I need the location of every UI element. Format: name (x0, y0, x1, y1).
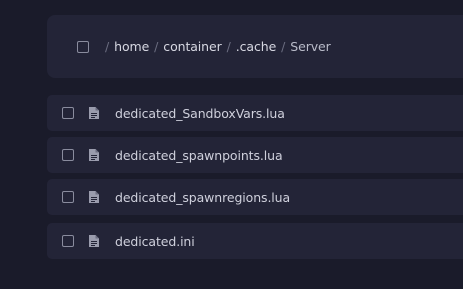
file-browser: / home / container / .cache / Server ded… (0, 0, 463, 289)
breadcrumb-item-container[interactable]: container (163, 39, 221, 54)
breadcrumb: / home / container / .cache / Server (105, 39, 331, 54)
file-icon (88, 106, 100, 120)
file-icon (88, 190, 100, 204)
file-name[interactable]: dedicated.ini (115, 234, 195, 249)
file-name[interactable]: dedicated_SandboxVars.lua (115, 106, 285, 121)
file-checkbox[interactable] (62, 149, 74, 161)
breadcrumb-separator: / (154, 39, 159, 54)
breadcrumb-item-home[interactable]: home (114, 39, 149, 54)
file-row[interactable]: dedicated_spawnregions.lua (47, 179, 463, 215)
file-row[interactable]: dedicated_SandboxVars.lua (47, 95, 463, 131)
file-row[interactable]: dedicated_spawnpoints.lua (47, 137, 463, 173)
file-name[interactable]: dedicated_spawnregions.lua (115, 190, 290, 205)
breadcrumb-separator: / (105, 39, 110, 54)
file-icon (88, 234, 100, 248)
file-checkbox[interactable] (62, 107, 74, 119)
file-row[interactable]: dedicated.ini (47, 223, 463, 259)
breadcrumb-separator: / (226, 39, 231, 54)
file-name[interactable]: dedicated_spawnpoints.lua (115, 148, 283, 163)
breadcrumb-separator: / (281, 39, 286, 54)
select-all-checkbox[interactable] (77, 40, 89, 53)
file-checkbox[interactable] (62, 235, 74, 247)
breadcrumb-bar: / home / container / .cache / Server (47, 15, 463, 78)
breadcrumb-item-cache[interactable]: .cache (236, 39, 277, 54)
file-icon (88, 148, 100, 162)
file-checkbox[interactable] (62, 191, 74, 203)
breadcrumb-item-server: Server (290, 39, 331, 54)
